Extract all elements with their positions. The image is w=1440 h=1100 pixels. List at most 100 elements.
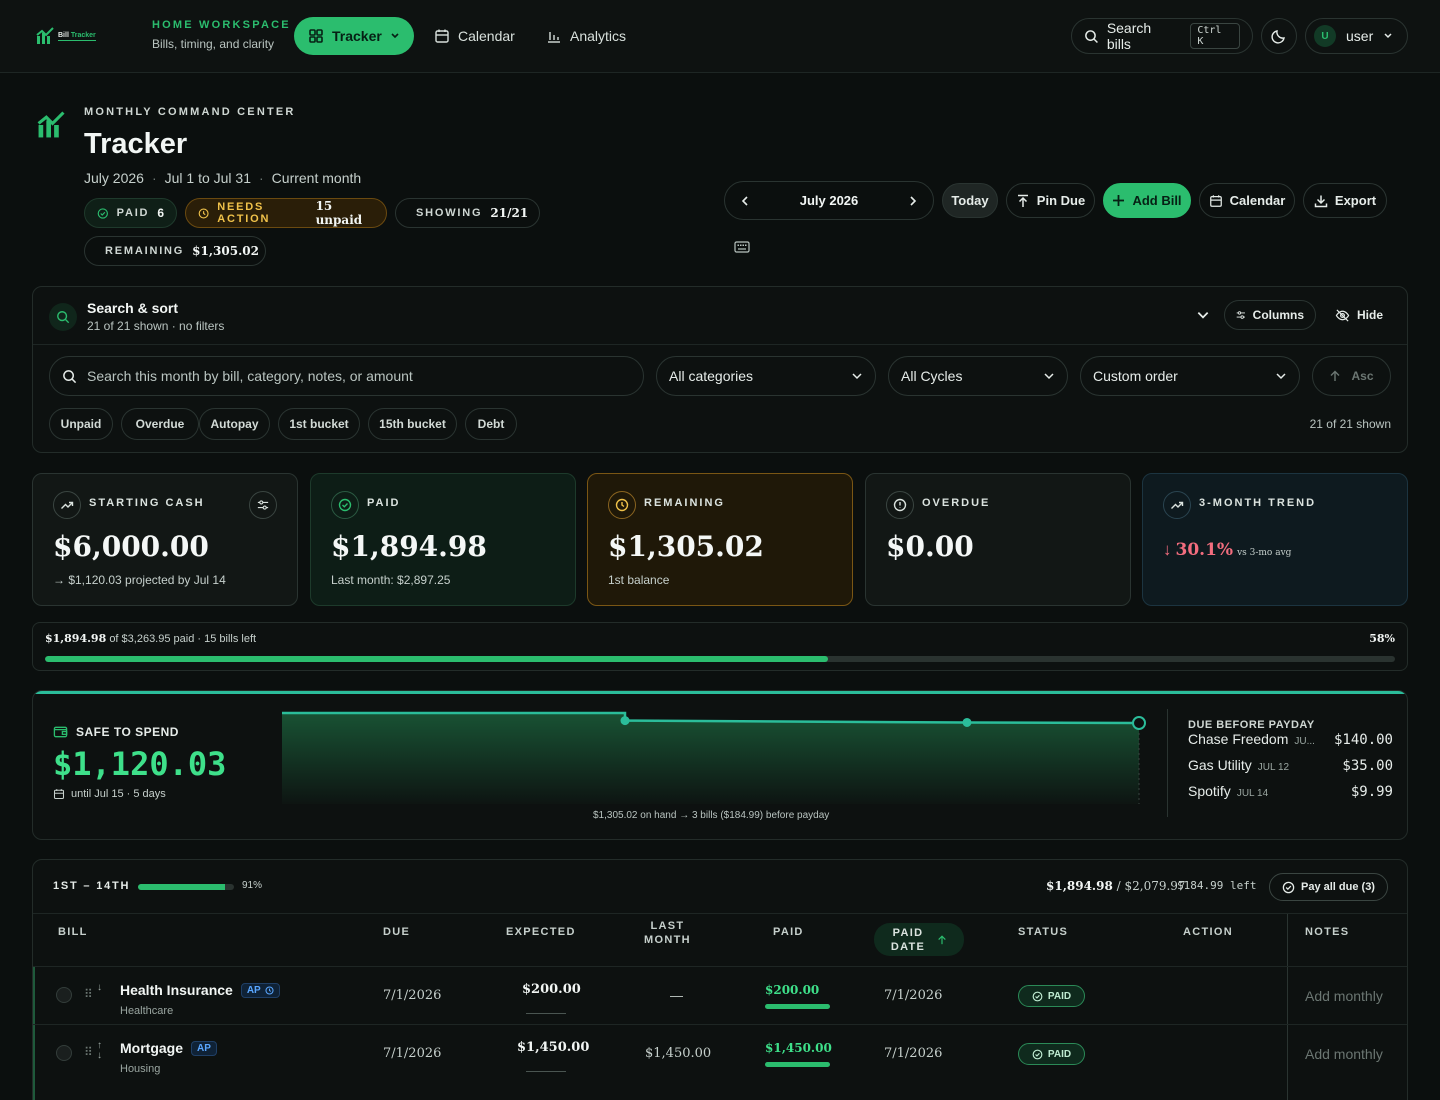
safe-to-spend-label: SAFE TO SPEND [53, 724, 179, 739]
bucket-title: 1ST – 14TH [53, 880, 131, 892]
filter-autopay[interactable]: Autopay [199, 408, 270, 440]
expected-amount[interactable]: $1,450.00 [517, 1040, 589, 1055]
month-label[interactable]: July 2026 [800, 193, 859, 208]
list-item[interactable]: Chase Freedom JU... $140.00 [1188, 731, 1393, 757]
starting-cash-value: $6,000.00 [53, 530, 209, 563]
drag-handle-icon[interactable]: ⠿ [84, 987, 93, 1001]
chevron-left-icon[interactable] [739, 195, 751, 207]
bill-name[interactable]: Health Insurance AP [120, 982, 280, 998]
table-row[interactable]: ⠿ ↓ Health Insurance AP Healthcare 7/1/2… [33, 966, 1407, 1024]
hide-button[interactable]: Hide [1324, 300, 1396, 330]
sort-direction-button[interactable]: Asc [1312, 356, 1391, 396]
moon-icon [1271, 30, 1285, 44]
bucket-totals: $1,894.98 / $2,079.97 [1046, 879, 1186, 893]
row-select-radio[interactable] [56, 1045, 72, 1061]
column-header-paid-date[interactable]: PAID DATE [874, 923, 964, 956]
column-header-bill[interactable]: BILL [58, 925, 88, 939]
paid-amount[interactable]: $1,450.00 [765, 1041, 832, 1055]
list-item[interactable]: Spotify JUL 14 $9.99 [1188, 783, 1393, 809]
column-header-notes[interactable]: NOTES [1305, 925, 1349, 939]
bucket-table-section: 1ST – 14TH 91% $1,894.98 / $2,079.97 $18… [32, 859, 1408, 1100]
status-badge[interactable]: PAID [1018, 1043, 1085, 1065]
column-header-expected[interactable]: EXPECTED [506, 925, 576, 939]
reorder-arrows-icon[interactable]: ↓ [97, 983, 102, 993]
paid-amount[interactable]: $200.00 [765, 983, 819, 997]
export-label: Export [1334, 193, 1377, 208]
chevron-down-icon[interactable] [1196, 308, 1210, 322]
progress-paid: $1,894.98 [45, 632, 107, 645]
column-header-due[interactable]: DUE [383, 925, 410, 939]
column-header-paid[interactable]: PAID [773, 925, 804, 939]
pin-due-button[interactable]: Pin Due [1006, 183, 1095, 218]
paid-date: 7/1/2026 [884, 1046, 943, 1061]
row-select-radio[interactable] [56, 987, 72, 1003]
cycle-select[interactable]: All Cycles [888, 356, 1068, 396]
pay-all-due-button[interactable]: Pay all due (3) [1269, 873, 1388, 901]
adjust-settings-icon[interactable] [249, 491, 277, 519]
chevron-down-icon [1044, 373, 1054, 380]
column-header-status[interactable]: STATUS [1018, 925, 1068, 939]
filter-overdue[interactable]: Overdue [121, 408, 199, 440]
accent-bar [33, 691, 1407, 694]
status-badge[interactable]: PAID [1018, 985, 1085, 1007]
column-header-action[interactable]: ACTION [1183, 925, 1233, 939]
overdue-card-label: OVERDUE [922, 497, 991, 509]
filter-unpaid[interactable]: Unpaid [49, 408, 113, 440]
bill-name[interactable]: Mortgage AP [120, 1040, 217, 1056]
nav-tracker[interactable]: Tracker [294, 17, 414, 55]
sort-arrow-up-icon [938, 934, 946, 944]
search-input[interactable]: Search this month by bill, category, not… [49, 356, 644, 396]
category-select[interactable]: All categories [656, 356, 876, 396]
filter-debt[interactable]: Debt [465, 408, 517, 440]
paid-chip[interactable]: PAID 6 [84, 198, 177, 228]
check-circle-icon [331, 491, 359, 519]
nav-calendar-label: Calendar [458, 28, 515, 44]
remaining-chip[interactable]: REMAINING $1,305.02 [84, 236, 266, 266]
calendar-icon [435, 29, 449, 43]
user-menu-button[interactable]: U user [1305, 18, 1408, 54]
columns-button[interactable]: Columns [1224, 300, 1316, 330]
due-bill-amount: $9.99 [1350, 784, 1393, 800]
due-date: 7/1/2026 [383, 988, 442, 1003]
autopay-badge: AP [240, 982, 280, 998]
bucket-percent: 91% [242, 880, 263, 891]
notes-field[interactable]: Add monthly [1305, 988, 1383, 1004]
cash-flow-sparkline [282, 711, 1146, 804]
reorder-arrows-icon[interactable]: ↑ ↓ [97, 1041, 102, 1061]
search-sort-header[interactable]: Search & sort 21 of 21 shown · no filter… [33, 287, 1407, 345]
progress-text: $1,894.98 of $3,263.95 paid · 15 bills l… [45, 632, 256, 645]
notes-field[interactable]: Add monthly [1305, 1046, 1383, 1062]
filter-15th-bucket[interactable]: 15th bucket [368, 408, 457, 440]
shown-count: 21 of 21 shown [1309, 417, 1391, 431]
add-bill-button[interactable]: Add Bill [1103, 183, 1191, 218]
expected-underline [526, 1071, 566, 1072]
expected-amount[interactable]: $200.00 [522, 982, 581, 997]
paid-card-value: $1,894.98 [331, 530, 487, 563]
keyboard-icon[interactable] [734, 241, 750, 253]
showing-label: SHOWING [416, 207, 483, 219]
nav-analytics[interactable]: Analytics [532, 17, 640, 55]
showing-chip[interactable]: SHOWING 21/21 [395, 198, 540, 228]
theme-toggle-button[interactable] [1261, 18, 1297, 54]
calendar-button-label: Calendar [1229, 193, 1286, 208]
category-select-value: All categories [669, 368, 754, 384]
calendar-button[interactable]: Calendar [1199, 183, 1295, 218]
search-bills-button[interactable]: Search bills Ctrl K [1071, 18, 1253, 54]
progress-fill [45, 656, 828, 662]
table-row[interactable]: ⠿ ↑ ↓ Mortgage AP Housing 7/1/2026 $1,450… [33, 1024, 1407, 1082]
nav-calendar[interactable]: Calendar [420, 17, 529, 55]
last-month-amount: $1,450.00 [645, 1046, 712, 1061]
needs-action-chip[interactable]: NEEDS ACTION 15 unpaid [185, 198, 387, 228]
needs-action-value: 15 unpaid [315, 199, 363, 227]
check-circle-icon [1282, 881, 1295, 893]
filter-1st-bucket[interactable]: 1st bucket [278, 408, 360, 440]
brand-logo[interactable]: Bill Tracker [36, 25, 111, 47]
today-button[interactable]: Today [942, 183, 998, 218]
export-button[interactable]: Export [1303, 183, 1387, 218]
remaining-card-sub: 1st balance [608, 573, 670, 587]
list-item[interactable]: Gas Utility JUL 12 $35.00 [1188, 757, 1393, 783]
drag-handle-icon[interactable]: ⠿ [84, 1045, 93, 1059]
chevron-right-icon[interactable] [907, 195, 919, 207]
column-header-last-month[interactable]: LAST MONTH [644, 919, 691, 947]
order-select[interactable]: Custom order [1080, 356, 1300, 396]
